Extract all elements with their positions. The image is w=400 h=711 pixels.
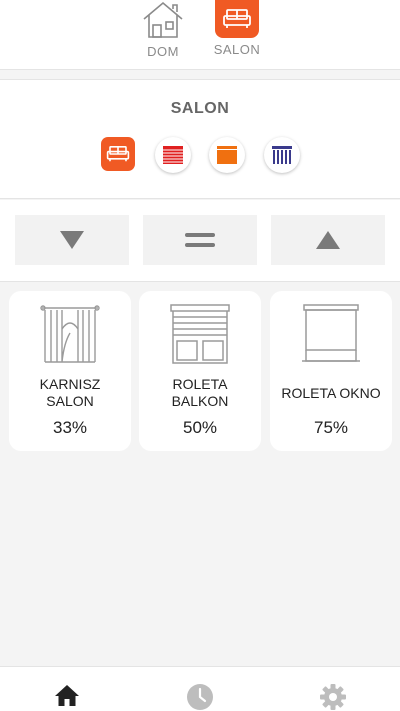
down-button[interactable]	[15, 215, 129, 265]
nav-settings[interactable]	[318, 683, 348, 711]
balcony-blind-icon	[170, 304, 230, 364]
sofa-icon	[106, 145, 130, 162]
clock-icon	[187, 684, 213, 710]
stop-button[interactable]	[143, 215, 257, 265]
house-icon	[143, 1, 183, 38]
home-icon	[55, 685, 79, 706]
arrow-down-icon	[60, 231, 84, 249]
device-percent: 75%	[313, 418, 349, 437]
red-blind-icon	[163, 146, 183, 164]
sofa-icon	[215, 0, 259, 38]
filter-all[interactable]	[101, 137, 135, 171]
device-percent: 50%	[182, 418, 218, 437]
device-name: KARNISZ SALON	[39, 376, 101, 409]
device-card-roleta-okno[interactable]: ROLETA OKNO 75%	[270, 291, 392, 451]
filter-navy-curtain[interactable]	[264, 137, 300, 173]
device-name: ROLETA OKNO	[281, 384, 381, 401]
device-name: ROLETA BALKON	[171, 376, 229, 409]
device-card-karnisz-salon[interactable]: KARNISZ SALON 33%	[9, 291, 131, 451]
filter-red-blind[interactable]	[155, 137, 191, 173]
up-button[interactable]	[271, 215, 385, 265]
device-percent: 33%	[52, 418, 88, 437]
tab-dom[interactable]: DOM	[128, 0, 198, 59]
navy-curtain-icon	[272, 146, 292, 164]
filter-orange-blind[interactable]	[209, 137, 245, 173]
stop-icon	[185, 233, 215, 247]
room-card: SALON	[0, 79, 400, 199]
nav-home[interactable]	[52, 683, 82, 711]
room-title: SALON	[170, 100, 230, 117]
bottom-nav	[0, 666, 400, 711]
top-bar: DOM SALON	[0, 0, 400, 70]
device-card-roleta-balkon[interactable]: ROLETA BALKON 50%	[139, 291, 261, 451]
control-panel	[0, 200, 400, 282]
tab-salon-label: SALON	[213, 42, 261, 57]
arrow-up-icon	[316, 231, 340, 249]
curtain-icon	[40, 305, 100, 363]
window-blind-icon	[302, 304, 360, 362]
orange-blind-icon	[217, 146, 237, 164]
gear-icon	[320, 684, 346, 710]
tab-dom-label: DOM	[147, 44, 179, 59]
tab-salon[interactable]: SALON	[202, 0, 272, 57]
nav-schedule[interactable]	[185, 683, 215, 711]
